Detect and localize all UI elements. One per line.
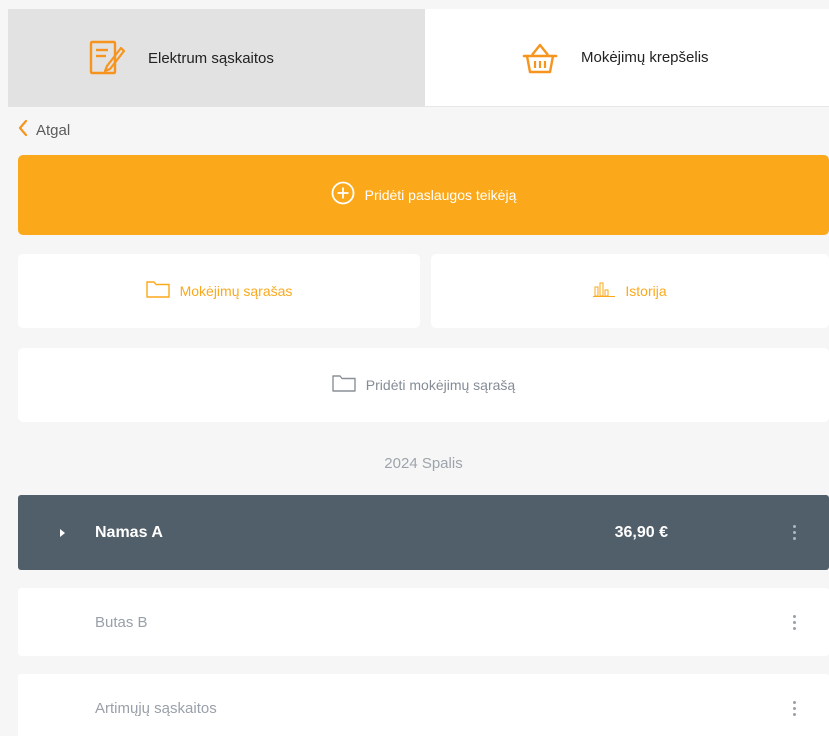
list-item-name: Namas A [95, 523, 163, 541]
history-label: Istorija [625, 283, 667, 299]
folder-icon [145, 280, 170, 303]
add-provider-button[interactable]: Pridėti paslaugos teikėją [18, 155, 829, 235]
list-item-amount: 36,90 € [614, 523, 668, 541]
more-options-icon[interactable] [784, 696, 804, 720]
list-item-name: Artimųjų sąskaitos [95, 699, 217, 717]
list-item-butas-b[interactable]: Butas B [18, 588, 829, 656]
basket-icon [521, 41, 559, 75]
list-item-namas-a[interactable]: Namas A 36,90 € [18, 495, 829, 570]
add-payment-list-button[interactable]: Pridėti mokėjimų sąrašą [18, 348, 829, 422]
back-label: Atgal [36, 122, 71, 139]
period-heading: 2024 Spalis [384, 455, 463, 472]
chevron-left-icon [18, 119, 28, 141]
tab-elektrum-invoices[interactable]: Elektrum sąskaitos [8, 9, 425, 107]
more-options-icon[interactable] [784, 610, 804, 634]
add-payment-list-label: Pridėti mokėjimų sąrašą [365, 377, 516, 393]
plus-circle-icon [331, 181, 355, 210]
payment-list-label: Mokėjimų sąrašas [179, 283, 293, 299]
list-item-artimuju-saskaitos[interactable]: Artimųjų sąskaitos [18, 674, 829, 736]
tab-label: Mokėjimų krepšelis [581, 49, 709, 66]
more-options-icon[interactable] [784, 521, 804, 545]
back-link[interactable]: Atgal [18, 119, 71, 141]
tab-label: Elektrum sąskaitos [148, 49, 274, 67]
bar-chart-icon [593, 281, 616, 302]
history-button[interactable]: Istorija [431, 254, 829, 328]
payment-list-button[interactable]: Mokėjimų sąrašas [18, 254, 420, 328]
list-item-name: Butas B [95, 613, 148, 631]
folder-icon [332, 374, 356, 397]
add-provider-label: Pridėti paslaugos teikėją [364, 187, 517, 203]
caret-right-icon[interactable] [60, 528, 65, 537]
tab-bar: Elektrum sąskaitos Mokėjimų krepšelis [8, 9, 829, 107]
tab-payment-basket[interactable]: Mokėjimų krepšelis [425, 9, 829, 107]
invoice-edit-icon [88, 39, 126, 77]
